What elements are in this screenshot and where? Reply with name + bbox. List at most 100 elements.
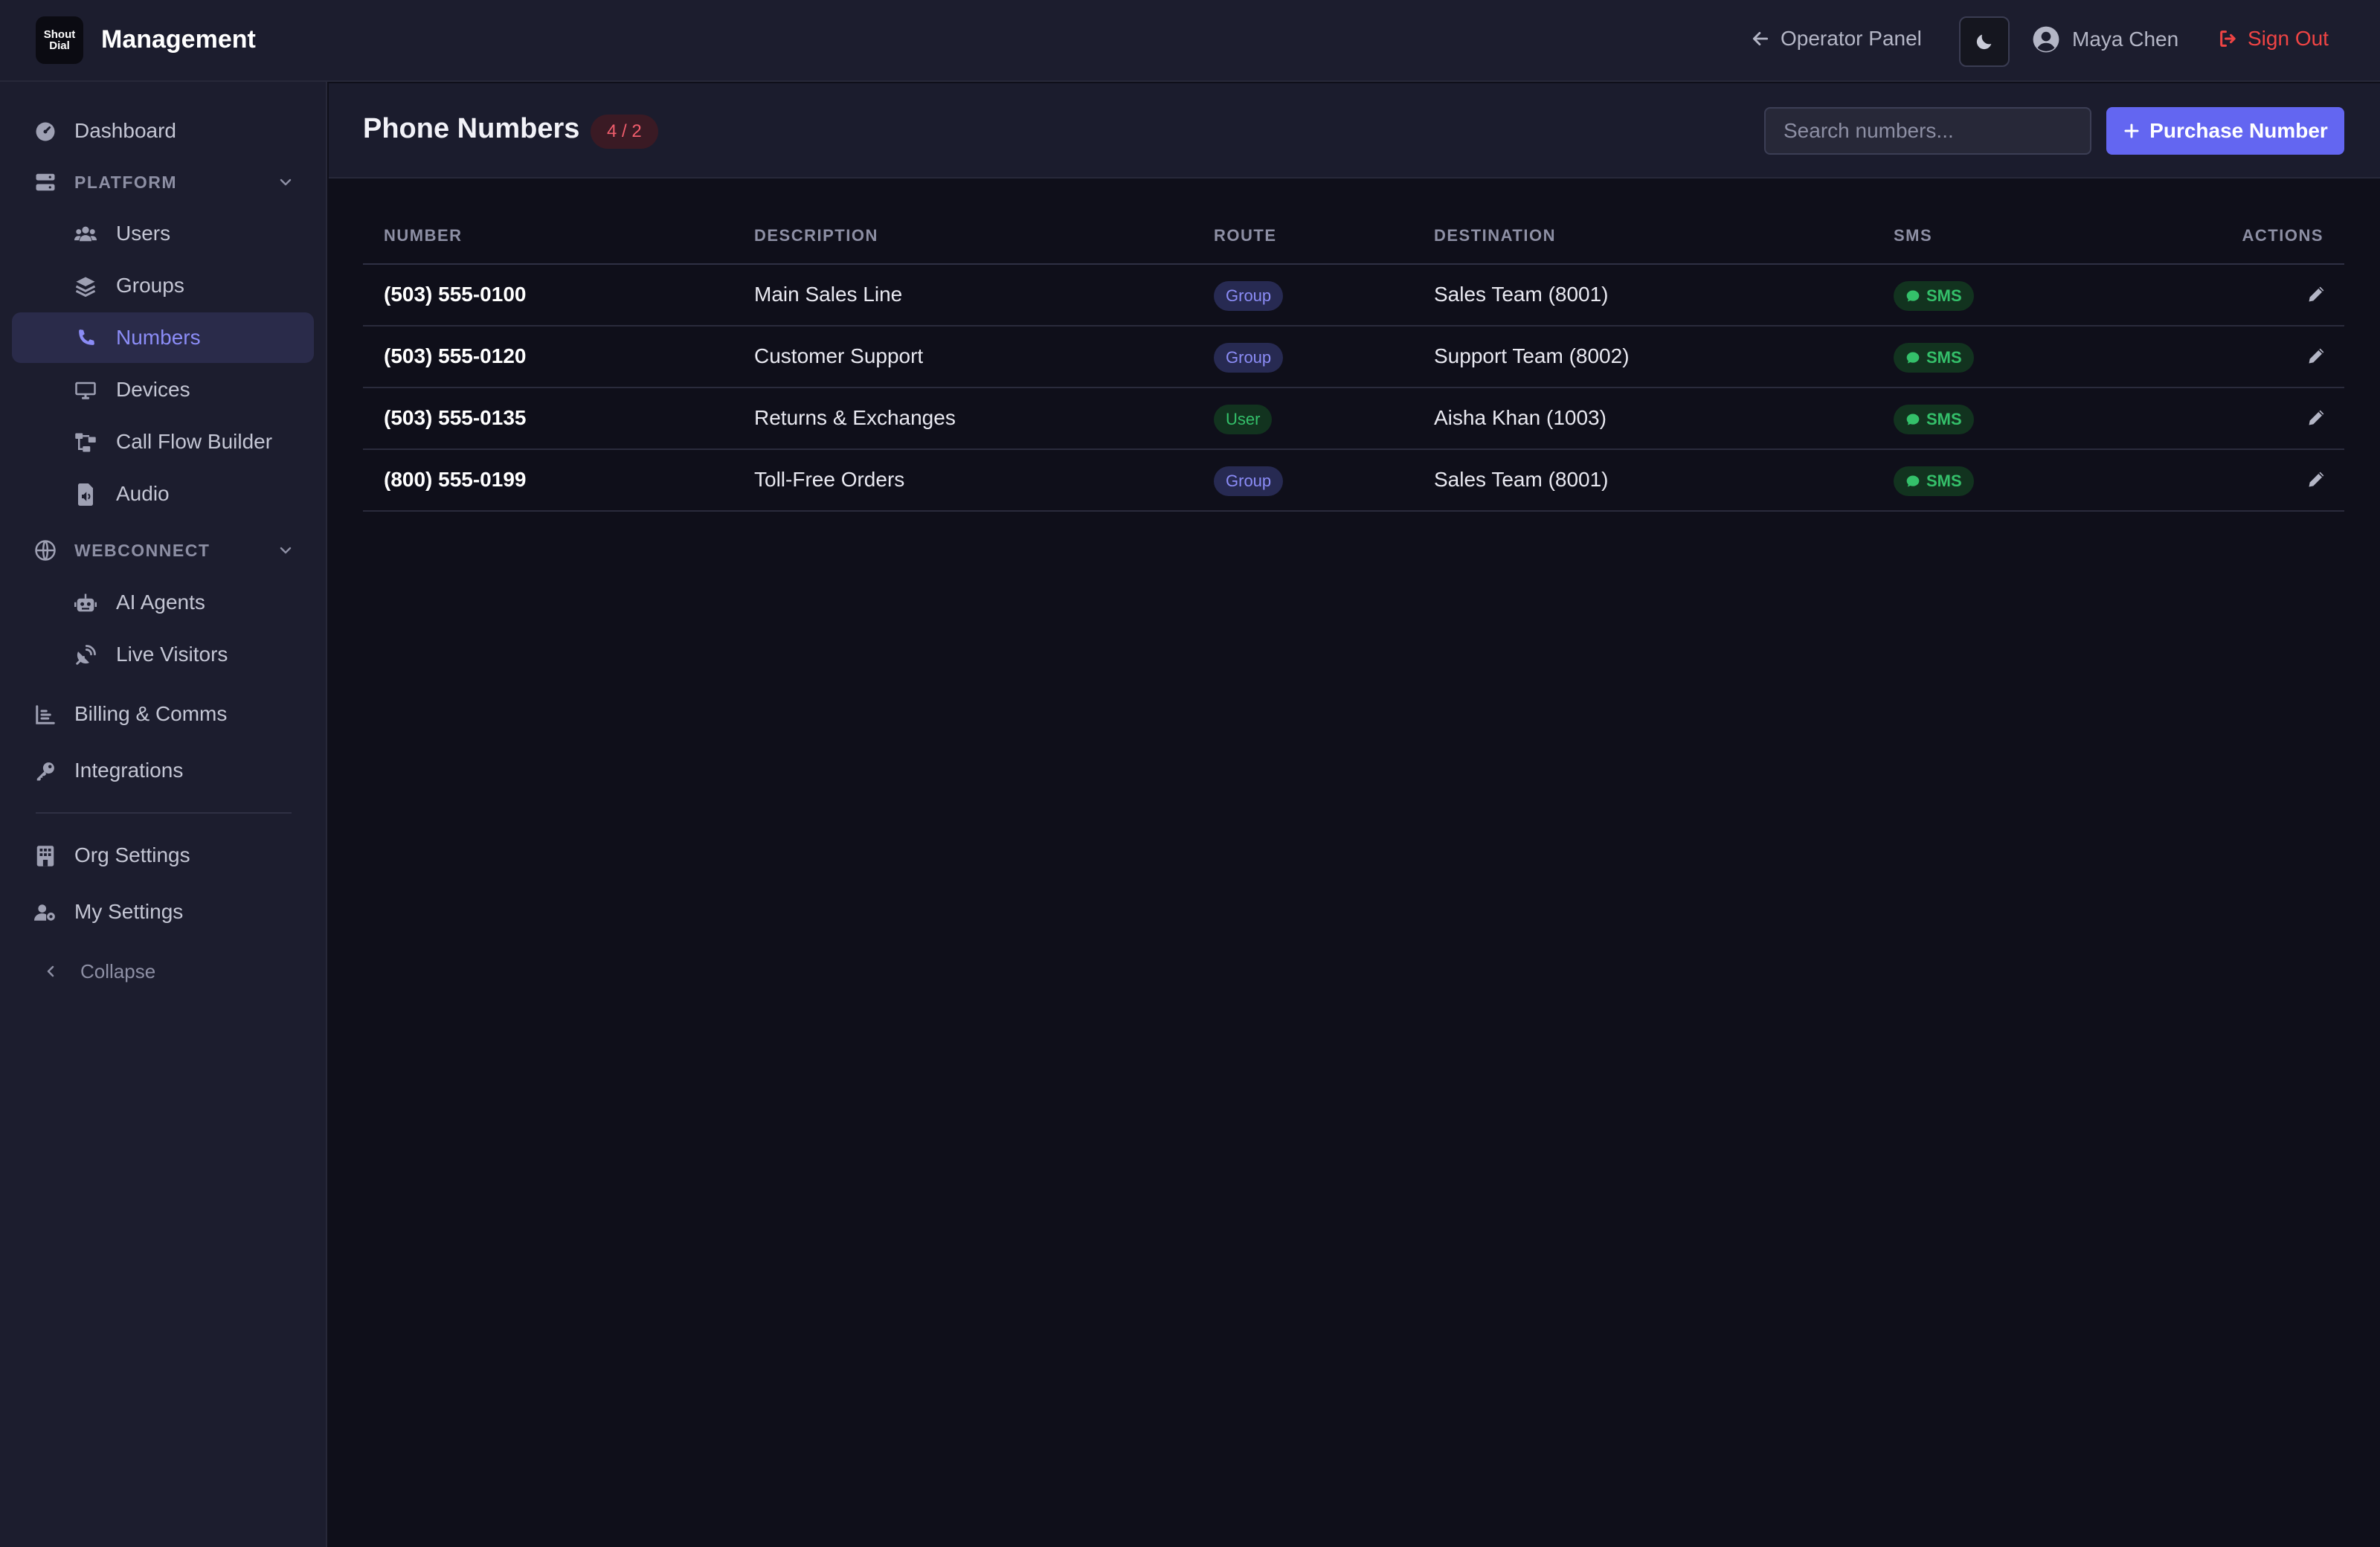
audio-file-icon xyxy=(74,483,97,506)
operator-panel-link[interactable]: Operator Panel xyxy=(1751,27,1922,51)
table-row[interactable]: (800) 555-0199 Toll-Free Orders Group Sa… xyxy=(363,450,2344,512)
cell-number: (800) 555-0199 xyxy=(384,468,527,491)
chat-bubble-icon xyxy=(1906,475,1920,487)
sidebar-item-my-settings[interactable]: My Settings xyxy=(12,887,314,937)
purchase-number-label: Purchase Number xyxy=(2149,119,2328,142)
edit-button[interactable] xyxy=(2306,406,2328,428)
cell-description: Toll-Free Orders xyxy=(754,468,905,491)
server-icon xyxy=(34,171,57,193)
phone-icon xyxy=(74,327,97,350)
sms-badge: SMS xyxy=(1894,405,1974,434)
cell-number: (503) 555-0100 xyxy=(384,283,527,306)
sidebar-item-label: Live Visitors xyxy=(116,643,228,666)
page-title: Phone Numbers xyxy=(363,113,580,144)
sidebar-item-label: My Settings xyxy=(74,900,184,923)
sidebar-item-integrations[interactable]: Integrations xyxy=(12,745,314,796)
pencil-icon xyxy=(2309,410,2324,425)
sidebar-item-label: Dashboard xyxy=(74,119,176,142)
sidebar-item-label: Billing & Comms xyxy=(74,702,228,725)
sidebar-item-label: Users xyxy=(116,222,171,245)
sidebar-item-numbers[interactable]: Numbers xyxy=(12,312,314,363)
user-gear-icon xyxy=(34,901,57,924)
edit-button[interactable] xyxy=(2306,344,2328,367)
pencil-icon xyxy=(2309,472,2324,487)
sidebar-item-groups[interactable]: Groups xyxy=(12,260,314,311)
pencil-icon xyxy=(2309,286,2324,302)
sidebar-item-devices[interactable]: Devices xyxy=(12,364,314,415)
sidebar-item-label: Numbers xyxy=(116,326,201,349)
sign-out-button[interactable]: Sign Out xyxy=(2218,27,2329,51)
logo-line-2: Dial xyxy=(49,39,70,52)
chart-bar-icon xyxy=(34,704,57,726)
route-badge: User xyxy=(1214,405,1273,434)
chevron-down-icon xyxy=(280,547,292,554)
users-icon xyxy=(74,223,97,245)
arrow-left-icon xyxy=(1752,32,1769,45)
table-row[interactable]: (503) 555-0120 Customer Support Group Su… xyxy=(363,327,2344,388)
table-header-row: NUMBER DESCRIPTION ROUTE DESTINATION SMS… xyxy=(363,213,2344,265)
sidebar-item-label: AI Agents xyxy=(116,591,205,614)
sidebar-item-billing-comms[interactable]: Billing & Comms xyxy=(12,689,314,739)
chat-bubble-icon xyxy=(1906,414,1920,425)
sidebar-item-live-visitors[interactable]: Live Visitors xyxy=(12,629,314,680)
numbers-table: NUMBER DESCRIPTION ROUTE DESTINATION SMS… xyxy=(363,213,2344,512)
cell-number: (503) 555-0120 xyxy=(384,344,527,367)
column-header-number[interactable]: NUMBER xyxy=(384,226,463,245)
operator-panel-label: Operator Panel xyxy=(1781,27,1922,50)
sitemap-icon xyxy=(74,431,97,454)
search-input[interactable] xyxy=(1764,107,2091,155)
sidebar-item-label: Devices xyxy=(116,378,190,401)
chat-bubble-icon xyxy=(1906,290,1920,302)
satellite-dish-icon xyxy=(74,644,97,666)
app-title: Management xyxy=(101,25,256,54)
column-header-route[interactable]: ROUTE xyxy=(1214,226,1277,245)
section-label: WEBCONNECT xyxy=(74,540,210,560)
page-header: Phone Numbers 4 / 2 Purchase Number xyxy=(329,83,2380,178)
sidebar-section-webconnect[interactable]: WEBCONNECT xyxy=(12,528,314,573)
column-header-description[interactable]: DESCRIPTION xyxy=(754,226,878,245)
table-row[interactable]: (503) 555-0135 Returns & Exchanges User … xyxy=(363,388,2344,450)
sidebar-item-label: Org Settings xyxy=(74,843,190,866)
column-header-sms[interactable]: SMS xyxy=(1894,226,1932,245)
sidebar-collapse-button[interactable]: Collapse xyxy=(12,949,314,994)
sidebar-item-audio[interactable]: Audio xyxy=(12,469,314,519)
table-row[interactable]: (503) 555-0100 Main Sales Line Group Sal… xyxy=(363,265,2344,327)
user-circle-icon xyxy=(2033,26,2059,53)
user-menu[interactable]: Maya Chen xyxy=(2032,25,2178,54)
sidebar-item-users[interactable]: Users xyxy=(12,208,314,259)
sidebar-item-org-settings[interactable]: Org Settings xyxy=(12,830,314,881)
logo-line-1: Shout xyxy=(43,28,76,41)
sidebar-item-ai-agents[interactable]: AI Agents xyxy=(12,577,314,628)
chat-bubble-icon xyxy=(1906,352,1920,364)
edit-button[interactable] xyxy=(2306,283,2328,305)
section-label: PLATFORM xyxy=(74,172,178,192)
purchase-number-button[interactable]: Purchase Number xyxy=(2106,107,2344,155)
cell-destination: Aisha Khan (1003) xyxy=(1434,406,1606,429)
sms-badge: SMS xyxy=(1894,343,1974,373)
globe-icon xyxy=(34,539,57,562)
sms-badge: SMS xyxy=(1894,466,1974,496)
cell-destination: Support Team (8002) xyxy=(1434,344,1630,367)
sms-label: SMS xyxy=(1926,410,1962,428)
top-bar: Shout Dial Management Operator Panel May… xyxy=(0,0,2380,82)
edit-button[interactable] xyxy=(2306,468,2328,490)
monitor-icon xyxy=(74,379,97,402)
app-logo[interactable]: Shout Dial xyxy=(36,16,83,64)
sidebar-item-call-flow-builder[interactable]: Call Flow Builder xyxy=(12,416,314,467)
count-badge: 4 / 2 xyxy=(591,115,658,149)
theme-toggle-button[interactable] xyxy=(1959,16,2010,67)
sidebar-item-dashboard[interactable]: Dashboard xyxy=(12,106,314,156)
user-name: Maya Chen xyxy=(2072,28,2179,51)
collapse-label: Collapse xyxy=(80,959,156,982)
plus-icon xyxy=(2124,123,2139,138)
sidebar-item-label: Integrations xyxy=(74,759,184,782)
building-icon xyxy=(34,845,57,867)
cell-number: (503) 555-0135 xyxy=(384,406,527,429)
robot-icon xyxy=(74,592,97,614)
column-header-destination[interactable]: DESTINATION xyxy=(1434,226,1556,245)
sidebar-section-platform[interactable]: PLATFORM xyxy=(12,160,314,205)
chevron-down-icon xyxy=(280,178,292,186)
column-header-actions: ACTIONS xyxy=(2242,226,2323,245)
sign-out-label: Sign Out xyxy=(2248,27,2329,50)
layers-icon xyxy=(74,275,97,298)
